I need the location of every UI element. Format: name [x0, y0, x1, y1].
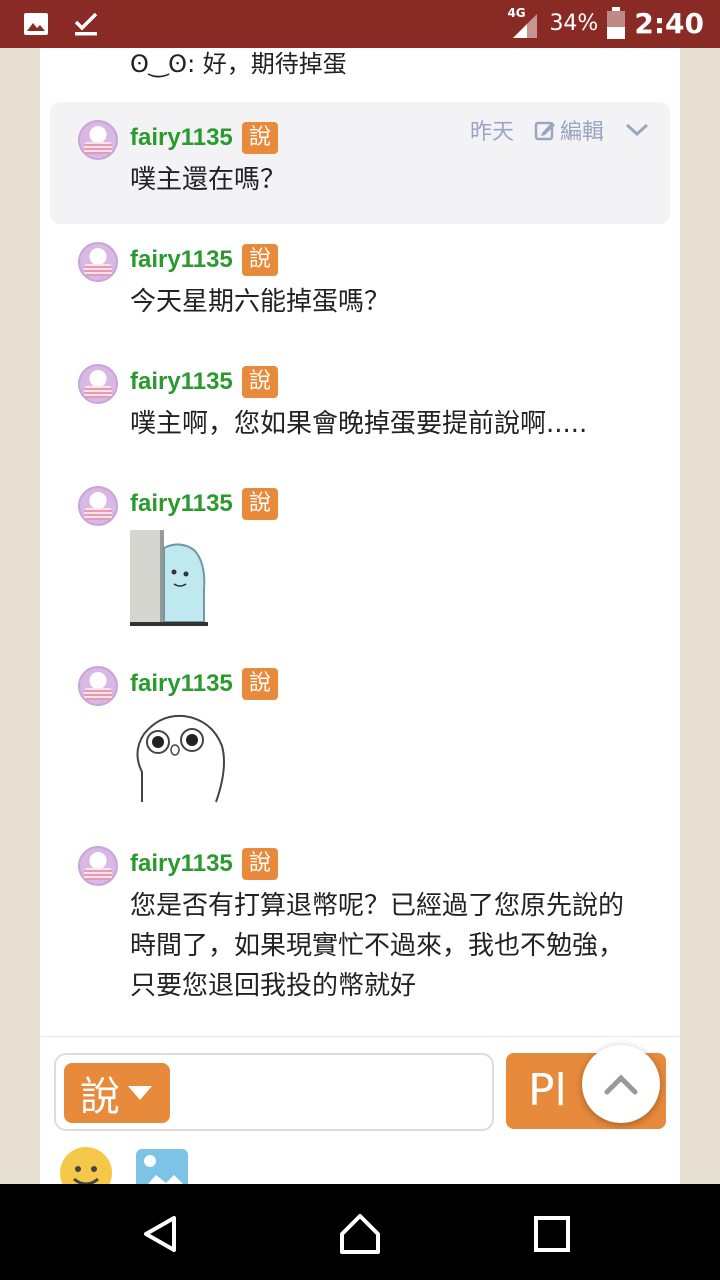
- navigation-bar: [0, 1184, 720, 1280]
- username[interactable]: fairy1135: [130, 490, 233, 518]
- response-item[interactable]: fairy1135 說 您是否有打算退幣呢？已經過了您原先說的時間了，如果現實忙…: [50, 828, 670, 1028]
- edit-label: 編輯: [559, 120, 604, 145]
- username[interactable]: fairy1135: [130, 124, 233, 152]
- battery-percent: 34%: [549, 10, 599, 36]
- edit-icon: [534, 121, 555, 141]
- avatar[interactable]: [78, 666, 118, 706]
- back-icon[interactable]: [138, 1212, 182, 1256]
- home-icon[interactable]: [338, 1212, 382, 1256]
- username[interactable]: fairy1135: [130, 670, 233, 698]
- qualifier-badge: 說: [242, 848, 278, 880]
- status-bar: 4G 34% 2:40: [0, 0, 720, 48]
- qualifier-badge: 說: [242, 488, 278, 520]
- response-input[interactable]: 說: [54, 1053, 494, 1131]
- timestamp: 昨天: [469, 120, 514, 145]
- emoticon-button[interactable]: [60, 1147, 112, 1184]
- response-item[interactable]: fairy1135 說: [50, 468, 670, 648]
- username[interactable]: fairy1135: [130, 850, 233, 878]
- qualifier-badge: 說: [242, 122, 278, 154]
- chevron-down-icon[interactable]: [624, 121, 650, 139]
- image-icon: [24, 13, 48, 35]
- scroll-to-top-button[interactable]: [582, 1045, 660, 1123]
- qualifier-badge: 說: [242, 244, 278, 276]
- response-text: 今天星期六能掉蛋嗎？: [130, 287, 391, 317]
- signal-icon: 4G: [507, 6, 541, 40]
- response-item[interactable]: fairy1135 說 今天星期六能掉蛋嗎？: [50, 224, 670, 346]
- avatar[interactable]: [78, 242, 118, 282]
- surprised-blob-sticker[interactable]: [130, 712, 226, 804]
- edit-button[interactable]: 編輯: [534, 114, 604, 146]
- avatar[interactable]: [78, 846, 118, 886]
- response-text: 您是否有打算退幣呢？已經過了您原先說的時間了，如果現實忙不過來，我也不勉強，只要…: [130, 891, 625, 1001]
- triangle-down-icon: [128, 1086, 152, 1100]
- username[interactable]: fairy1135: [130, 368, 233, 396]
- peeking-dinosaur-sticker[interactable]: [130, 530, 208, 626]
- response-meta: 昨天 編輯: [470, 114, 650, 146]
- avatar[interactable]: [78, 486, 118, 526]
- response-item[interactable]: fairy1135 說 噗主啊，您如果會晚掉蛋要提前說啊.....: [50, 346, 670, 468]
- avatar[interactable]: [78, 364, 118, 404]
- partial-response-text: ʘ‿ʘ: 好，期待掉蛋: [130, 50, 347, 78]
- response-item[interactable]: fairy1135 說 昨天 編輯 噗主還在嗎？: [50, 102, 670, 224]
- response-text: 噗主還在嗎？: [130, 165, 287, 195]
- response-item[interactable]: fairy1135 說: [50, 648, 670, 828]
- username[interactable]: fairy1135: [130, 246, 233, 274]
- battery-icon: [607, 7, 626, 39]
- qualifier-badge: 說: [242, 366, 278, 398]
- qualifier-select[interactable]: 說: [64, 1063, 170, 1123]
- response-text: 噗主啊，您如果會晚掉蛋要提前說啊.....: [130, 409, 588, 439]
- qualifier-badge: 說: [242, 668, 278, 700]
- recent-apps-icon[interactable]: [530, 1212, 574, 1256]
- image-upload-icon: [144, 1155, 183, 1184]
- response-input-bar: 說 Pl: [40, 1036, 680, 1184]
- chevron-up-icon: [604, 1074, 638, 1095]
- qualifier-select-label: 說: [80, 1074, 120, 1120]
- avatar[interactable]: [78, 120, 118, 160]
- smiley-icon: [73, 1166, 99, 1184]
- response-list: ʘ‿ʘ: 好，期待掉蛋 fairy1135 說 昨天 編輯 噗主還在嗎？ fai…: [40, 48, 680, 1184]
- network-type: 4G: [507, 6, 526, 20]
- download-done-icon: [74, 12, 98, 36]
- clock: 2:40: [634, 6, 704, 40]
- image-upload-button[interactable]: [136, 1149, 188, 1184]
